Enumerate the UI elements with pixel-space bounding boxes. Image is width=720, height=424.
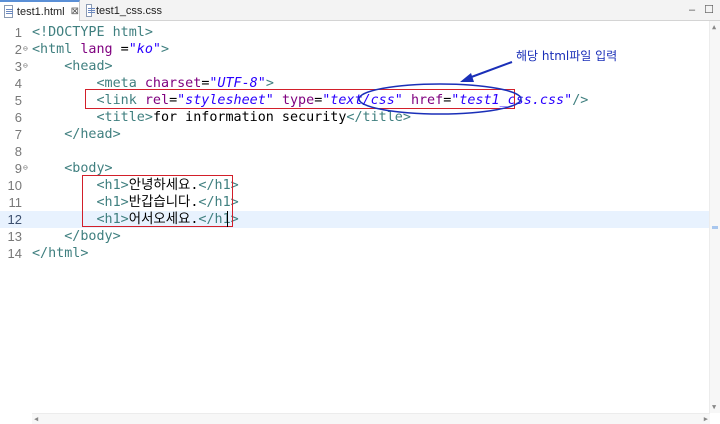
annotation-arrow-line — [465, 61, 513, 80]
text-cursor — [227, 211, 228, 227]
annotation-arrowhead — [460, 73, 474, 82]
href-ellipse — [358, 83, 522, 115]
annotation-label: 해당 html파일 입력 — [516, 49, 618, 63]
